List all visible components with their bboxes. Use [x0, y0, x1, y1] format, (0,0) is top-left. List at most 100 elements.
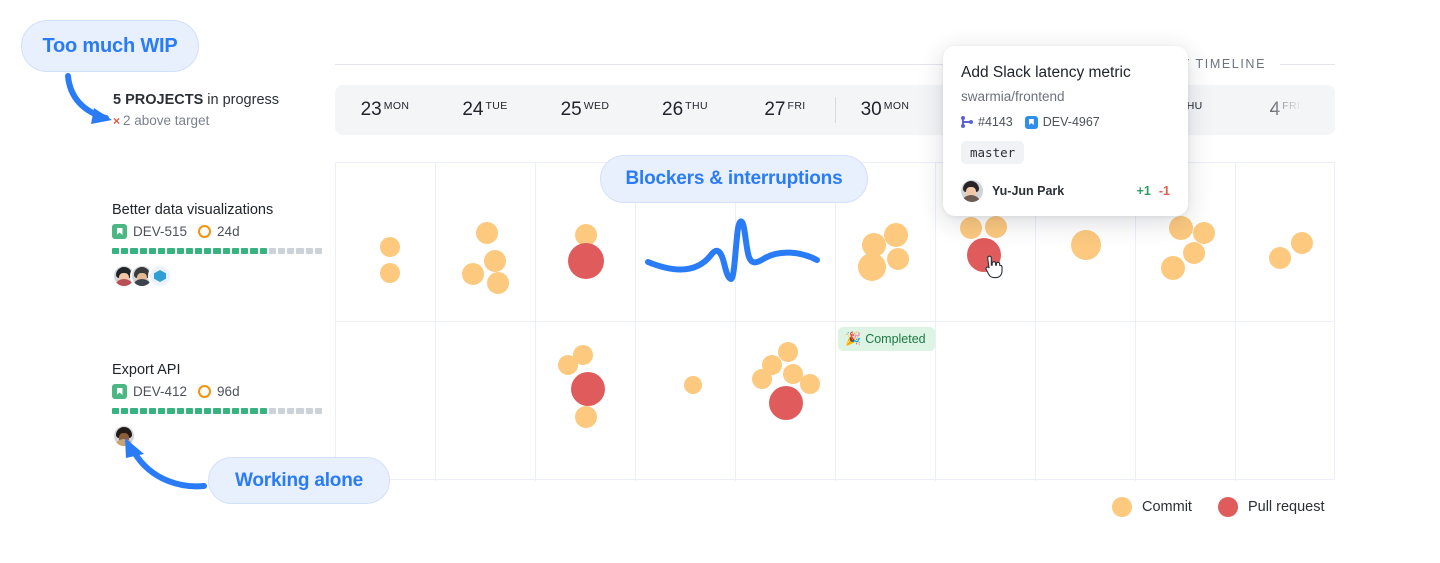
commit-dot[interactable]: [887, 248, 909, 270]
activity-cell-r1-c6[interactable]: [936, 322, 1036, 481]
wip-projects-suffix: in progress: [203, 92, 279, 108]
progress-segment: [140, 248, 147, 254]
commit-dot[interactable]: [684, 376, 702, 394]
chart-legend: Commit Pull request: [1112, 497, 1325, 517]
progress-segment: [167, 408, 174, 414]
pull-request-dot[interactable]: [568, 243, 604, 279]
activity-cell-r1-c8[interactable]: [1136, 322, 1236, 481]
activity-cell-r1-c1[interactable]: [436, 322, 536, 481]
date-day: 27: [764, 99, 785, 121]
progress-segment: [232, 408, 239, 414]
screenshot-root: Too much WIP 5 PROJECTS in progress ×2 a…: [0, 0, 1440, 563]
progress-segment: [195, 408, 202, 414]
wip-projects-count: 5 PROJECTS: [113, 92, 203, 108]
progress-segment: [260, 248, 267, 254]
date-cell-4[interactable]: 4FRI: [1235, 85, 1335, 135]
ticket-icon: [112, 224, 127, 239]
commit-dot[interactable]: [1183, 242, 1205, 264]
activity-cell-r1-c4[interactable]: [736, 322, 836, 481]
progress-segment: [232, 248, 239, 254]
progress-segment: [149, 248, 156, 254]
commit-dot[interactable]: [380, 237, 400, 257]
date-weekday: MON: [384, 100, 410, 112]
tooltip-issue-ref[interactable]: DEV-4967: [1025, 115, 1100, 129]
commit-dot[interactable]: [1071, 230, 1101, 260]
commit-dot[interactable]: [960, 217, 982, 239]
callout-label: Blockers & interruptions: [626, 168, 843, 190]
tooltip-branch-chip: master: [961, 141, 1024, 164]
activity-cell-r1-c2[interactable]: [536, 322, 636, 481]
commit-dot[interactable]: [1193, 222, 1215, 244]
tooltip-pr-number: #4143: [978, 115, 1013, 129]
date-cell-23[interactable]: 23MON: [335, 85, 435, 135]
progress-segment: [223, 408, 230, 414]
commit-dot[interactable]: [487, 272, 509, 294]
pull-request-swatch-icon: [1218, 497, 1238, 517]
commit-dot[interactable]: [884, 223, 908, 247]
callout-label: Too much WIP: [43, 35, 178, 58]
project-duration: 24d: [217, 224, 240, 239]
diff-additions: +1: [1137, 184, 1151, 198]
date-cell-24[interactable]: 24TUE: [435, 85, 535, 135]
commit-dot[interactable]: [1291, 232, 1313, 254]
progress-segment: [158, 408, 165, 414]
pull-request-dot[interactable]: [769, 386, 803, 420]
commit-dot[interactable]: [800, 374, 820, 394]
commit-dot[interactable]: [476, 222, 498, 244]
commit-dot[interactable]: [462, 263, 484, 285]
commit-dot[interactable]: [380, 263, 400, 283]
legend-label: Commit: [1142, 499, 1192, 515]
commit-dot[interactable]: [985, 216, 1007, 238]
progress-segment: [140, 408, 147, 414]
date-cell-26[interactable]: 26THU: [635, 85, 735, 135]
commit-dot[interactable]: [484, 250, 506, 272]
tooltip-issue-key: DEV-4967: [1043, 115, 1100, 129]
activity-cell-r0-c0[interactable]: [336, 163, 436, 321]
project-row-1[interactable]: Export API DEV-412 96d: [112, 360, 322, 448]
date-weekday: FRI: [1282, 100, 1300, 112]
commit-dot[interactable]: [558, 355, 578, 375]
commit-dot[interactable]: [858, 253, 886, 281]
commit-dot[interactable]: [752, 369, 772, 389]
date-cell-27[interactable]: 27FRI: [735, 85, 835, 135]
activity-cell-r0-c9[interactable]: [1236, 163, 1336, 321]
progress-segment: [241, 408, 248, 414]
progress-segment: [278, 248, 285, 254]
date-cell-30[interactable]: 30MON: [835, 85, 935, 135]
pull-request-dot[interactable]: [571, 372, 605, 406]
commit-dot[interactable]: [1161, 256, 1185, 280]
commit-dot[interactable]: [778, 342, 798, 362]
avatar[interactable]: [148, 264, 172, 288]
commit-swatch-icon: [1112, 497, 1132, 517]
project-row-0[interactable]: Better data visualizations DEV-515 24d: [112, 200, 322, 288]
project-ticket: DEV-515: [133, 224, 187, 239]
tooltip-pr-ref[interactable]: #4143: [961, 115, 1013, 129]
progress-segment: [186, 408, 193, 414]
progress-segment: [158, 248, 165, 254]
activity-cell-r0-c1[interactable]: [436, 163, 536, 321]
progress-segment: [250, 248, 257, 254]
commit-dot[interactable]: [1169, 216, 1193, 240]
progress-segment: [177, 248, 184, 254]
legend-item-commit: Commit: [1112, 497, 1192, 517]
progress-segment: [177, 408, 184, 414]
commit-dot[interactable]: [575, 406, 597, 428]
ticket-icon: [112, 384, 127, 399]
activity-cell-r1-c9[interactable]: [1236, 322, 1336, 481]
callout-working-alone: Working alone: [208, 457, 390, 504]
project-title: Export API: [112, 360, 322, 380]
activity-cell-r1-c7[interactable]: [1036, 322, 1136, 481]
date-weekday: MON: [884, 100, 910, 112]
progress-segment: [287, 408, 294, 414]
activity-cell-r1-c3[interactable]: [636, 322, 736, 481]
progress-bar: [112, 248, 322, 254]
progress-segment: [213, 248, 220, 254]
legend-item-pull-request: Pull request: [1218, 497, 1325, 517]
date-day: 4: [1270, 99, 1281, 121]
progress-segment: [223, 248, 230, 254]
arrow-alone-to-avatar: [112, 436, 212, 498]
commit-dot[interactable]: [1269, 247, 1291, 269]
party-popper-icon: 🎉: [845, 331, 861, 347]
rule-right: [1280, 64, 1335, 65]
date-cell-25[interactable]: 25WED: [535, 85, 635, 135]
